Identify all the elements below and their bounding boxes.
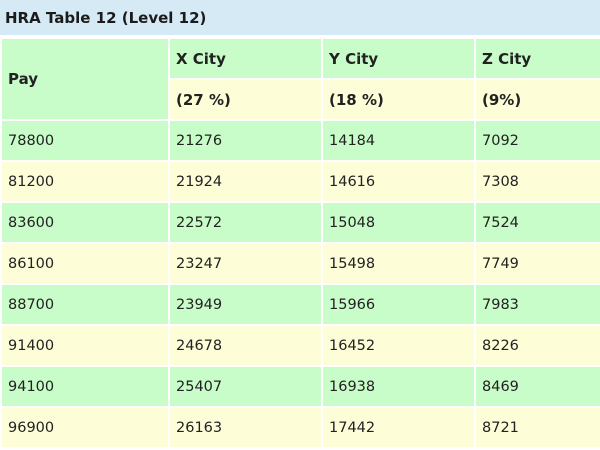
header-z-city: Z City: [474, 37, 600, 80]
table-row: 91400 24678 16452 8226: [0, 324, 600, 367]
header-row-cities: Pay X City Y City Z City: [0, 37, 600, 121]
cell-y-city: 15498: [321, 242, 476, 285]
cell-x-city: 26163: [168, 406, 323, 449]
cell-z-city: 8721: [474, 406, 600, 449]
cell-pay: 88700: [0, 283, 170, 326]
header-pay: Pay: [0, 37, 170, 121]
table-header: Pay X City Y City Z City (27 %) (18 %) (…: [0, 37, 600, 121]
table-caption: HRA Table 12 (Level 12): [0, 0, 600, 37]
cell-y-city: 14184: [321, 119, 476, 162]
table-row: 78800 21276 14184 7092: [0, 119, 600, 162]
cell-y-city: 17442: [321, 406, 476, 449]
cell-x-city: 25407: [168, 365, 323, 408]
cell-y-city: 16938: [321, 365, 476, 408]
header-x-city: X City: [168, 37, 323, 80]
cell-x-city: 21276: [168, 119, 323, 162]
cell-z-city: 7749: [474, 242, 600, 285]
table-body: 78800 21276 14184 7092 81200 21924 14616…: [0, 119, 600, 449]
cell-pay: 78800: [0, 119, 170, 162]
cell-pay: 81200: [0, 160, 170, 203]
cell-z-city: 7983: [474, 283, 600, 326]
table-row: 88700 23949 15966 7983: [0, 283, 600, 326]
cell-y-city: 15966: [321, 283, 476, 326]
cell-y-city: 14616: [321, 160, 476, 203]
cell-pay: 83600: [0, 201, 170, 244]
cell-z-city: 7308: [474, 160, 600, 203]
hra-table-container: HRA Table 12 (Level 12) Pay X City Y Cit…: [0, 0, 600, 450]
cell-pay: 91400: [0, 324, 170, 367]
cell-z-city: 8469: [474, 365, 600, 408]
table-row: 86100 23247 15498 7749: [0, 242, 600, 285]
header-z-rate: (9%): [474, 78, 600, 121]
cell-pay: 96900: [0, 406, 170, 449]
table-row: 96900 26163 17442 8721: [0, 406, 600, 449]
table-row: 81200 21924 14616 7308: [0, 160, 600, 203]
table-row: 83600 22572 15048 7524: [0, 201, 600, 244]
cell-y-city: 15048: [321, 201, 476, 244]
hra-table: Pay X City Y City Z City (27 %) (18 %) (…: [0, 37, 600, 449]
cell-z-city: 8226: [474, 324, 600, 367]
cell-x-city: 21924: [168, 160, 323, 203]
cell-x-city: 23247: [168, 242, 323, 285]
cell-z-city: 7524: [474, 201, 600, 244]
cell-pay: 94100: [0, 365, 170, 408]
header-x-rate: (27 %): [168, 78, 323, 121]
cell-x-city: 23949: [168, 283, 323, 326]
cell-y-city: 16452: [321, 324, 476, 367]
table-row: 94100 25407 16938 8469: [0, 365, 600, 408]
cell-z-city: 7092: [474, 119, 600, 162]
cell-x-city: 24678: [168, 324, 323, 367]
cell-x-city: 22572: [168, 201, 323, 244]
header-y-city: Y City: [321, 37, 476, 80]
cell-pay: 86100: [0, 242, 170, 285]
header-y-rate: (18 %): [321, 78, 476, 121]
